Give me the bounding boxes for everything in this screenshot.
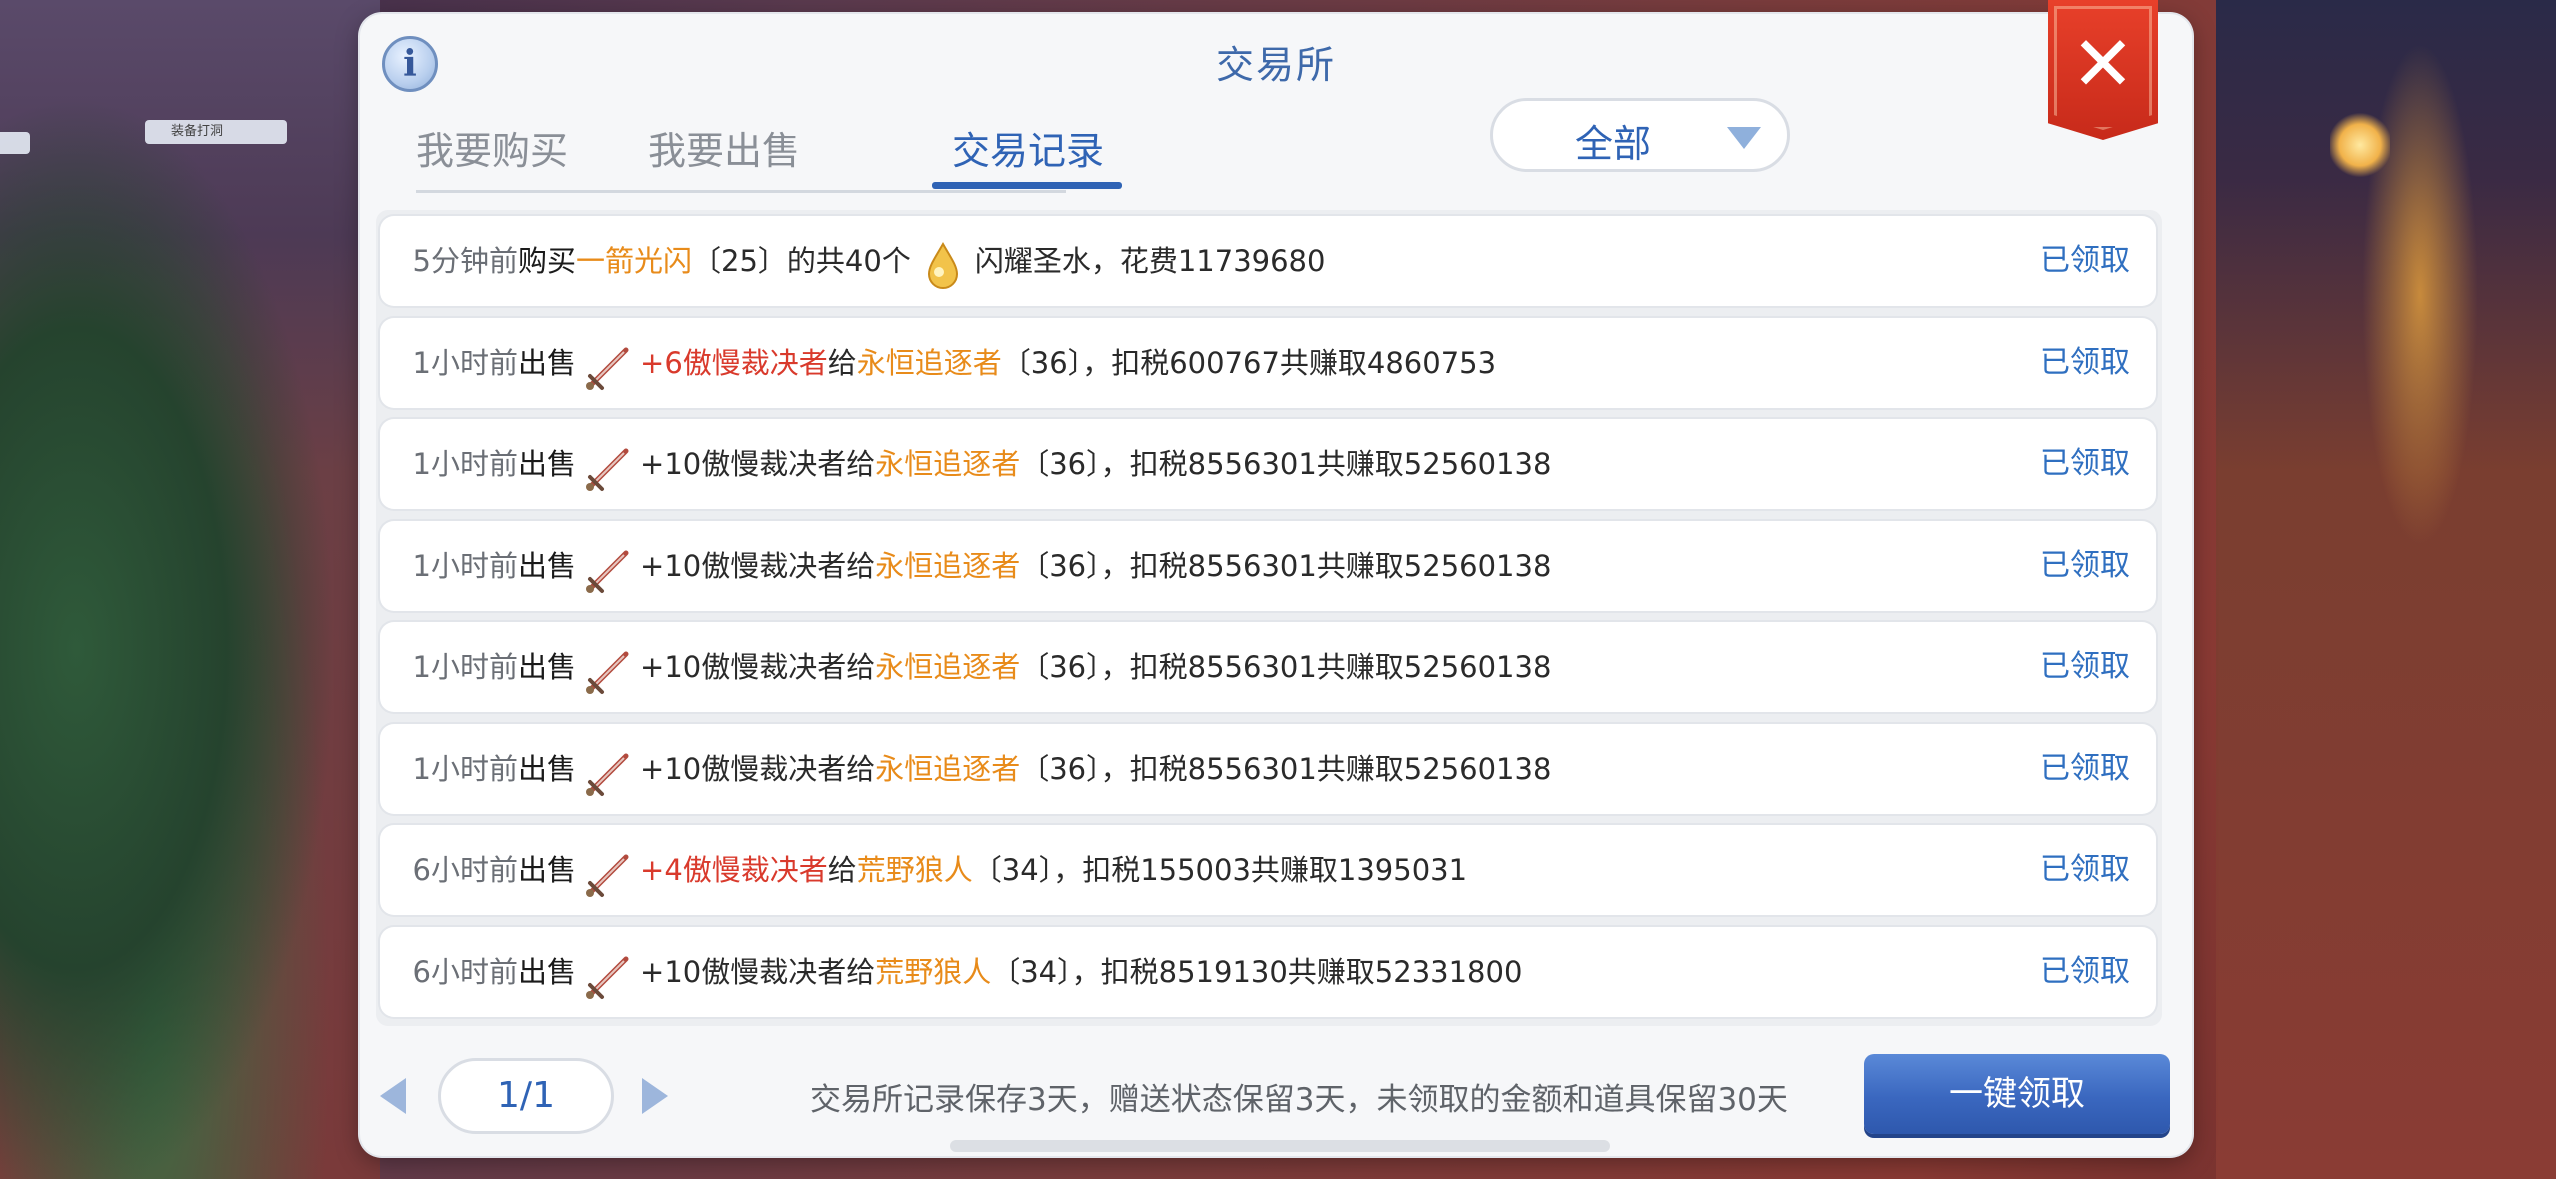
npc-nameplate: 装备打洞 <box>145 120 287 144</box>
record-text: 1小时前出售 +10傲慢裁决者给永恒追逐者〔36〕，扣税8556301共赚取525… <box>380 724 1551 814</box>
item-name: +6傲慢裁决者 <box>640 345 828 380</box>
record-detail: 给 <box>827 853 857 887</box>
claimed-status: 已领取 <box>2040 446 2130 481</box>
player-name: 永恒追逐者 <box>856 345 1002 380</box>
close-button[interactable]: ✕ <box>2048 0 2158 140</box>
tab-buy[interactable]: 我要购买 <box>416 120 568 175</box>
record-time: 1小时前 <box>412 751 518 786</box>
trade-record-list[interactable]: 5分钟前购买一箭光闪〔25〕的共40个 闪耀圣水，花费11739680 已领取 1小时… <box>376 210 2162 1026</box>
filter-value: 全部 <box>1574 122 1651 166</box>
record-text: 6小时前出售 +4傲慢裁决者给荒野狼人〔34〕，扣税155003共赚取139503… <box>380 825 1467 915</box>
record-action: 出售 <box>518 853 577 887</box>
record-detail: +10傲慢裁决者给 <box>640 447 876 481</box>
filter-dropdown[interactable]: 全部 <box>1490 98 1790 172</box>
record-text: 5分钟前购买一箭光闪〔25〕的共40个 闪耀圣水，花费11739680 <box>380 216 1325 306</box>
trade-record-row: 5分钟前购买一箭光闪〔25〕的共40个 闪耀圣水，花费11739680 已领取 <box>380 216 2156 306</box>
claimed-status: 已领取 <box>2040 953 2130 989</box>
player-name: 永恒追逐者 <box>875 447 1021 481</box>
claimed-status: 已领取 <box>2040 852 2130 887</box>
sword-icon <box>582 542 634 594</box>
claimed-status: 已领取 <box>2040 547 2130 583</box>
item-name: +4傲慢裁决者 <box>640 853 828 887</box>
record-action: 出售 <box>518 548 577 583</box>
record-detail: +10傲慢裁决者给 <box>640 751 876 786</box>
trade-record-row: 1小时前出售 +10傲慢裁决者给永恒追逐者〔36〕，扣税8556301共赚取525… <box>380 520 2156 611</box>
claimed-status: 已领取 <box>2040 243 2130 278</box>
record-action: 出售 <box>518 650 577 684</box>
active-tab-indicator <box>932 182 1122 189</box>
page-indicator: 1/1 <box>438 1058 614 1134</box>
record-time: 1小时前 <box>412 548 518 583</box>
record-time: 1小时前 <box>412 345 518 380</box>
record-text: 1小时前出售 +10傲慢裁决者给永恒追逐者〔36〕，扣税8556301共赚取525… <box>380 419 1551 509</box>
horizontal-scrollbar[interactable] <box>950 1140 1610 1152</box>
sword-icon <box>582 846 634 898</box>
trade-record-row: 1小时前出售 +6傲慢裁决者给永恒追逐者〔36〕，扣税600767共赚取48607… <box>380 317 2156 408</box>
record-detail: 〔36〕，扣税600767共赚取4860753 <box>1001 345 1497 380</box>
record-detail: 〔36〕，扣税8556301共赚取52560138 <box>1020 447 1552 481</box>
arrow-right-icon[interactable] <box>642 1078 668 1114</box>
record-text: 1小时前出售 +10傲慢裁决者给永恒追逐者〔36〕，扣税8556301共赚取525… <box>380 521 1551 611</box>
record-detail: +10傲慢裁决者给 <box>640 650 876 684</box>
record-detail: 〔36〕，扣税8556301共赚取52560138 <box>1020 548 1552 583</box>
close-icon: ✕ <box>2071 19 2135 108</box>
record-detail: 〔34〕，扣税155003共赚取1395031 <box>972 853 1468 887</box>
player-name: 永恒追逐者 <box>875 650 1021 684</box>
lantern-light <box>2330 110 2390 180</box>
sword-icon <box>582 948 634 1000</box>
panel-title: 交易所 <box>1215 43 1336 87</box>
record-action: 出售 <box>518 447 577 481</box>
trade-record-row: 1小时前出售 +10傲慢裁决者给永恒追逐者〔36〕，扣税8556301共赚取525… <box>380 419 2156 509</box>
record-detail: 〔36〕，扣税8556301共赚取52560138 <box>1020 751 1552 786</box>
record-text: 1小时前出售 +10傲慢裁决者给永恒追逐者〔36〕，扣税8556301共赚取525… <box>380 622 1551 712</box>
background-scene-left <box>0 0 380 1179</box>
record-time: 5分钟前 <box>412 244 518 278</box>
exchange-panel: i 交易所 ✕ 我要购买 我要出售 交易记录 全部 5分钟前购买一箭光闪〔25〕… <box>360 0 2192 1156</box>
retention-note: 交易所记录保存3天，赠送状态保留3天，未领取的金额和道具保留30天 <box>810 1082 1788 1118</box>
record-detail: +10傲慢裁决者给 <box>640 954 876 989</box>
tab-bar: 我要购买 我要出售 交易记录 <box>416 100 1122 193</box>
trade-record-row: 1小时前出售 +10傲慢裁决者给永恒追逐者〔36〕，扣税8556301共赚取525… <box>380 622 2156 712</box>
claimed-status: 已领取 <box>2040 750 2130 786</box>
record-time: 1小时前 <box>412 447 518 481</box>
record-detail: 给 <box>827 345 857 380</box>
sword-icon <box>582 643 634 695</box>
trade-record-row: 6小时前出售 +10傲慢裁决者给荒野狼人〔34〕，扣税8519130共赚取5233… <box>380 926 2156 1017</box>
tab-sell[interactable]: 我要出售 <box>648 120 800 175</box>
chevron-down-icon <box>1727 127 1761 149</box>
record-text: 1小时前出售 +6傲慢裁决者给永恒追逐者〔36〕，扣税600767共赚取48607… <box>380 318 1496 408</box>
player-name: 荒野狼人 <box>856 853 973 887</box>
record-detail: 闪耀圣水，花费11739680 <box>974 244 1326 278</box>
npc-nameplate-partial <box>0 132 30 154</box>
player-name: 永恒追逐者 <box>875 751 1021 786</box>
record-time: 6小时前 <box>412 853 518 887</box>
record-detail: 〔34〕，扣税8519130共赚取52331800 <box>991 954 1523 989</box>
trade-record-row: 1小时前出售 +10傲慢裁决者给永恒追逐者〔36〕，扣税8556301共赚取525… <box>380 723 2156 814</box>
claimed-status: 已领取 <box>2040 344 2130 380</box>
player-name: 一箭光闪 <box>576 244 693 278</box>
record-time: 6小时前 <box>412 954 518 989</box>
record-detail: +10傲慢裁决者给 <box>640 548 876 583</box>
record-action: 出售 <box>518 751 577 786</box>
claim-all-button[interactable]: 一键领取 <box>1864 1054 2170 1134</box>
record-action: 出售 <box>518 345 577 380</box>
player-name: 荒野狼人 <box>875 954 992 989</box>
claimed-status: 已领取 <box>2040 649 2130 684</box>
trade-record-row: 6小时前出售 +4傲慢裁决者给荒野狼人〔34〕，扣税155003共赚取139503… <box>380 825 2156 915</box>
record-detail: 〔36〕，扣税8556301共赚取52560138 <box>1020 650 1552 684</box>
record-text: 6小时前出售 +10傲慢裁决者给荒野狼人〔34〕，扣税8519130共赚取5233… <box>380 927 1522 1017</box>
sword-icon <box>582 745 634 797</box>
sword-icon <box>582 440 634 492</box>
player-name: 永恒追逐者 <box>875 548 1021 583</box>
record-action: 购买 <box>518 244 577 278</box>
sword-icon <box>582 339 634 391</box>
holy-water-icon <box>917 237 969 289</box>
record-time: 1小时前 <box>412 650 518 684</box>
tab-trade-records[interactable]: 交易记录 <box>952 120 1104 175</box>
record-action: 出售 <box>518 954 577 989</box>
arrow-left-icon[interactable] <box>380 1078 406 1114</box>
record-detail: 〔25〕的共40个 <box>692 244 911 278</box>
